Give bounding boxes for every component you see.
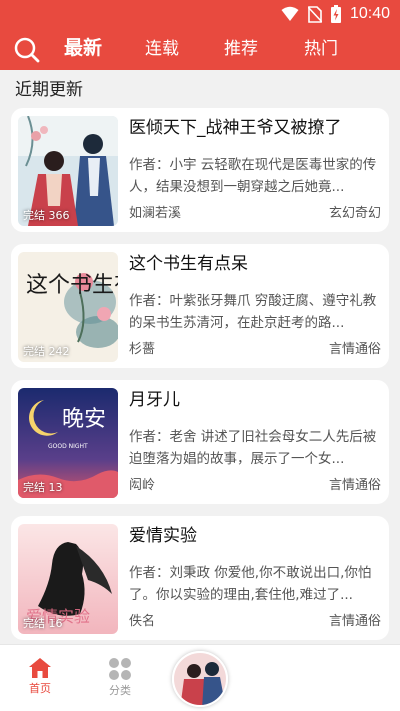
avatar[interactable] [172, 651, 228, 707]
cover-subtitle-text: GOOD NIGHT [48, 443, 88, 450]
book-author: 杉薔 [129, 342, 156, 357]
wifi-icon [281, 6, 299, 21]
home-icon [29, 658, 51, 678]
tab-latest[interactable]: 最新 [64, 35, 102, 61]
status-badge: 完结 13 [23, 481, 63, 494]
status-icons: 10:40 [281, 4, 390, 24]
book-author: 佚名 [129, 614, 156, 629]
nav-home-label: 首页 [29, 682, 51, 695]
grid-icon [109, 658, 131, 680]
book-card[interactable]: 晚安 GOOD NIGHT 完结 13 月牙儿 作者：老舍 讲述了旧社会母女二人… [11, 380, 389, 504]
book-cover: 爱情实验 完结 16 [18, 524, 118, 634]
nav-home[interactable]: 首页 [10, 645, 70, 705]
book-description: 作者：叶紫张牙舞爪 穷酸迂腐、遵守礼教的呆书生苏清河，在赴京赶考的路... [129, 293, 377, 331]
battery-charging-icon [330, 5, 341, 23]
tab-recommended[interactable]: 推荐 [224, 36, 258, 62]
status-badge: 完结 16 [23, 617, 63, 630]
section-title: 近期更新 [15, 80, 83, 100]
book-author: 如澜若溪 [129, 206, 182, 221]
status-badge: 完结 366 [23, 209, 70, 222]
clock: 10:40 [349, 5, 390, 22]
book-cover: 晚安 GOOD NIGHT 完结 13 [18, 388, 118, 498]
search-button[interactable] [12, 35, 42, 65]
book-description: 作者：老舍 讲述了旧社会母女二人先后被迫堕落为娼的故事，展示了一个女... [129, 429, 377, 467]
book-title: 月牙儿 [129, 390, 180, 410]
cover-title-text: 晚安 [62, 407, 106, 432]
cover-calligraphy: 这个书生有点呆 [26, 273, 118, 298]
book-genre: 言情通俗 [328, 614, 381, 629]
book-title: 这个书生有点呆 [129, 254, 248, 274]
book-description: 作者：刘秉政 你爱他,你不敢说出口,你怕了。你以实验的理由,套住他,难过了... [129, 565, 372, 603]
tab-serializing[interactable]: 连载 [145, 36, 179, 62]
book-author: 闳岭 [129, 478, 156, 493]
search-icon [14, 37, 40, 63]
book-card[interactable]: 这个书生有点呆 完结 242 这个书生有点呆 作者：叶紫张牙舞爪 穷酸迂腐、遵守… [11, 244, 389, 368]
app-header: 最新 连载 推荐 热门 [0, 28, 400, 70]
status-bar: 10:40 [0, 0, 400, 28]
book-description: 作者：小宇 云轻歌在现代是医毒世家的传人，结果没想到一朝穿越之后她竟... [129, 157, 377, 195]
book-cover: 这个书生有点呆 完结 242 [18, 252, 118, 362]
book-genre: 言情通俗 [328, 478, 381, 493]
tab-popular[interactable]: 热门 [304, 36, 338, 62]
nav-category-label: 分类 [109, 684, 131, 697]
book-title: 医倾天下_战神王爷又被撩了 [129, 118, 342, 138]
book-title: 爱情实验 [129, 526, 197, 546]
nav-category[interactable]: 分类 [90, 645, 150, 705]
no-sim-icon [307, 5, 322, 23]
status-badge: 完结 242 [23, 345, 70, 358]
book-card[interactable]: 完结 366 医倾天下_战神王爷又被撩了 作者：小宇 云轻歌在现代是医毒世家的传… [11, 108, 389, 232]
book-genre: 言情通俗 [328, 342, 381, 357]
bottom-navigation: 首页 分类 [0, 644, 400, 711]
book-cover: 完结 366 [18, 116, 118, 226]
book-card[interactable]: 爱情实验 完结 16 爱情实验 作者：刘秉政 你爱他,你不敢说出口,你怕了。你以… [11, 516, 389, 640]
book-genre: 玄幻奇幻 [328, 206, 381, 221]
